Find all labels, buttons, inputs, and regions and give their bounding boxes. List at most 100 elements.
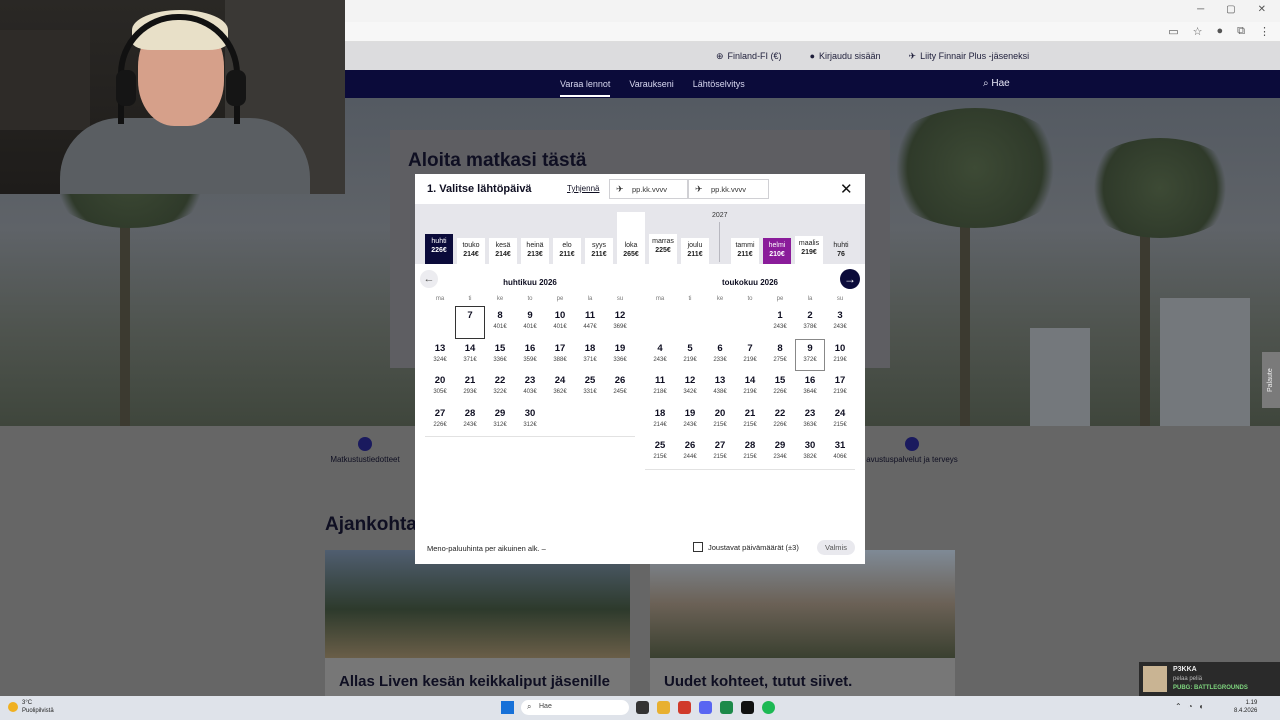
calendar-day[interactable]: 20 215€ [705, 404, 735, 437]
calendar-day[interactable]: 17 388€ [545, 339, 575, 372]
month-aug[interactable]: elo 211€ [553, 238, 581, 264]
profile-icon[interactable]: ● [1216, 25, 1223, 38]
calendar-day[interactable]: 3 243€ [825, 306, 855, 339]
minimize-icon[interactable]: ─ [1197, 4, 1204, 15]
done-button[interactable]: Valmis [817, 540, 855, 555]
calendar-day[interactable]: 25 215€ [645, 436, 675, 469]
calendar-day[interactable]: 15 336€ [485, 339, 515, 372]
locale-link[interactable]: ⊕ Finland-FI (€) [716, 51, 782, 62]
calendar-day[interactable]: 28 215€ [735, 436, 765, 469]
calendar-day[interactable]: 31 406€ [825, 436, 855, 469]
month-dec[interactable]: joulu 211€ [681, 238, 709, 264]
month-feb[interactable]: helmi 210€ [763, 238, 791, 264]
clock[interactable]: 1.19 8.4.2026 [1234, 699, 1257, 715]
card-image-church[interactable] [650, 550, 955, 658]
taskbar-search[interactable]: ⌕ Hae [521, 700, 629, 715]
calendar-day[interactable]: 26 244€ [675, 436, 705, 469]
windows-start-icon[interactable] [501, 701, 514, 714]
login-link[interactable]: ● Kirjaudu sisään [810, 51, 881, 62]
close-window-icon[interactable]: ✕ [1258, 4, 1266, 15]
feedback-tab[interactable]: Palaute [1262, 352, 1280, 408]
calendar-day[interactable]: 21 215€ [735, 404, 765, 437]
card-title-destinations[interactable]: Uudet kohteet, tutut siivet. [664, 673, 852, 690]
calendar-day[interactable]: 10 401€ [545, 306, 575, 339]
spotify-icon[interactable] [762, 701, 775, 714]
calendar-day[interactable]: 28 243€ [455, 404, 485, 437]
calendar-day[interactable]: 19 336€ [605, 339, 635, 372]
calendar-day[interactable]: 27 226€ [425, 404, 455, 437]
calendar-day[interactable]: 8 275€ [765, 339, 795, 372]
departure-date-field[interactable]: ✈ pp.kk.vvvv [609, 179, 688, 199]
calendar-day[interactable]: 8 401€ [485, 306, 515, 339]
month-mar[interactable]: maalis 219€ [795, 236, 823, 264]
discord-icon[interactable] [699, 701, 712, 714]
maximize-icon[interactable]: ▢ [1226, 4, 1235, 15]
flexible-dates-checkbox[interactable]: Joustavat päivämäärät (±3) [693, 542, 799, 552]
extensions-icon[interactable]: ⧉ [1237, 25, 1245, 38]
clear-button[interactable]: Tyhjennä [567, 184, 599, 193]
nav-my-bookings[interactable]: Varaukseni [629, 79, 673, 97]
calendar-day[interactable]: 14 219€ [735, 371, 765, 404]
calendar-day[interactable]: 1 243€ [765, 306, 795, 339]
month-apr-2026[interactable]: huhti 226€ [425, 234, 453, 264]
calendar-day[interactable]: 29 234€ [765, 436, 795, 469]
calendar-day[interactable]: 6 233€ [705, 339, 735, 372]
service-assistance[interactable]: avustuspalvelut ja terveys [862, 437, 962, 464]
tray-chevron-icon[interactable]: ⌃ [1175, 702, 1182, 711]
calendar-day[interactable]: 4 243€ [645, 339, 675, 372]
calendar-day[interactable]: 23 363€ [795, 404, 825, 437]
checkbox-icon[interactable] [693, 542, 703, 552]
calendar-day[interactable]: 23 403€ [515, 371, 545, 404]
calendar-day[interactable]: 13 438€ [705, 371, 735, 404]
calendar-day[interactable]: 20 305€ [425, 371, 455, 404]
month-nov[interactable]: marras 225€ [649, 234, 677, 264]
nav-book-flights[interactable]: Varaa lennot [560, 79, 611, 97]
nvidia-icon[interactable] [741, 701, 754, 714]
calendar-day[interactable]: 26 245€ [605, 371, 635, 404]
calendar-day[interactable]: 5 219€ [675, 339, 705, 372]
weather-widget[interactable]: 3°C Puolipilvistä [8, 699, 54, 715]
calendar-day[interactable]: 10 219€ [825, 339, 855, 372]
star-icon[interactable]: ☆ [1193, 25, 1203, 38]
calendar-day[interactable]: 22 226€ [765, 404, 795, 437]
join-link[interactable]: ✈ Liity Finnair Plus -jäseneksi [909, 51, 1030, 62]
calendar-day[interactable]: 25 331€ [575, 371, 605, 404]
task-view-icon[interactable] [636, 701, 649, 714]
calendar-day[interactable]: 9 372€ [795, 338, 825, 371]
month-jan[interactable]: tammi 211€ [731, 238, 759, 264]
file-explorer-icon[interactable] [657, 701, 670, 714]
app-icon[interactable] [720, 701, 733, 714]
month-jun[interactable]: kesä 214€ [489, 238, 517, 264]
calendar-day[interactable]: 16 364€ [795, 371, 825, 404]
calendar-day[interactable]: 12 369€ [605, 306, 635, 339]
calendar-day[interactable]: 21 293€ [455, 371, 485, 404]
calendar-day[interactable]: 16 359€ [515, 339, 545, 372]
calendar-day[interactable]: 17 219€ [825, 371, 855, 404]
menu-icon[interactable]: ⋮ [1259, 25, 1270, 38]
calendar-day[interactable]: 2 378€ [795, 306, 825, 339]
network-icon[interactable]: ◔ [1188, 702, 1193, 711]
calendar-day[interactable]: 14 371€ [455, 339, 485, 372]
month-apr-2027[interactable]: huhti 76 [827, 238, 855, 264]
site-search-button[interactable]: ⌕ Hae [983, 78, 1010, 89]
calendar-day[interactable]: 7 [455, 306, 485, 339]
calendar-day[interactable]: 11 447€ [575, 306, 605, 339]
calendar-day[interactable]: 12 342€ [675, 371, 705, 404]
calendar-day[interactable]: 18 214€ [645, 404, 675, 437]
close-icon[interactable]: ✕ [840, 180, 853, 198]
month-oct[interactable]: loka 265€ [617, 212, 645, 264]
month-may[interactable]: touko 214€ [457, 238, 485, 264]
browser-icon[interactable] [678, 701, 691, 714]
reader-icon[interactable]: ▭ [1168, 25, 1178, 38]
card-title-concert[interactable]: Allas Liven kesän keikkaliput jäsenille [339, 673, 610, 690]
calendar-day[interactable]: 9 401€ [515, 306, 545, 339]
calendar-day[interactable]: 7 219€ [735, 339, 765, 372]
return-date-field[interactable]: ✈ pp.kk.vvvv [688, 179, 769, 199]
calendar-day[interactable]: 27 215€ [705, 436, 735, 469]
calendar-day[interactable]: 24 215€ [825, 404, 855, 437]
calendar-day[interactable]: 30 312€ [515, 404, 545, 437]
service-travel-info[interactable]: Matkustustiedotteet [325, 437, 405, 464]
card-image-concert[interactable] [325, 550, 630, 658]
calendar-day[interactable]: 29 312€ [485, 404, 515, 437]
calendar-day[interactable]: 30 382€ [795, 436, 825, 469]
